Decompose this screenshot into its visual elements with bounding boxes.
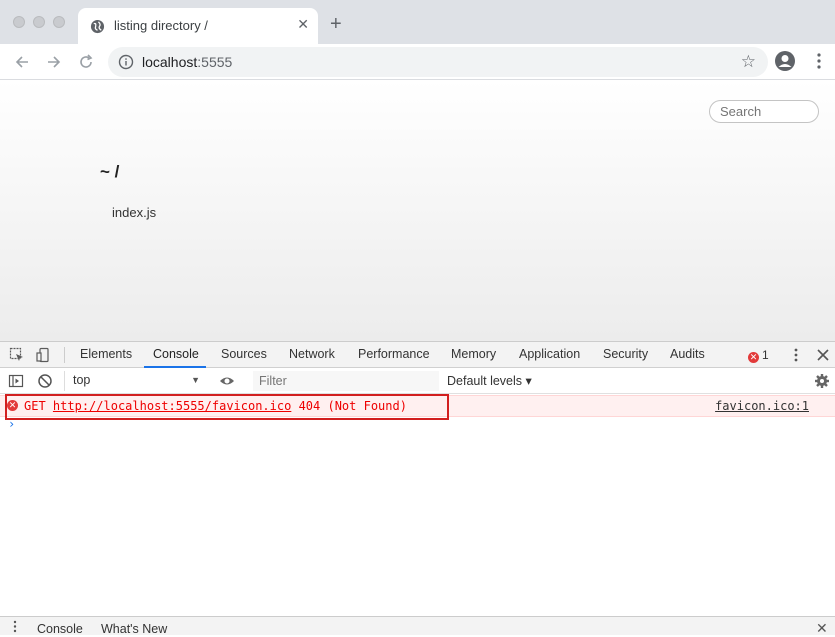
page-content: ~ / index.js [0, 80, 835, 341]
error-icon: ✕ [7, 400, 18, 411]
tab-application[interactable]: Application [519, 347, 580, 361]
file-link-index-js[interactable]: index.js [112, 205, 156, 220]
settings-gear-icon[interactable] [814, 373, 830, 389]
inspect-element-icon[interactable] [9, 347, 25, 363]
live-expression-eye-icon[interactable] [219, 373, 235, 389]
filter-input[interactable] [253, 371, 439, 391]
error-count-badge[interactable]: ✕ 1 [748, 348, 769, 363]
dropdown-arrow-icon: ▼ [191, 375, 200, 385]
tab-close-icon[interactable]: ✕ [297, 16, 309, 33]
tab-memory[interactable]: Memory [451, 347, 496, 361]
tab-security[interactable]: Security [603, 347, 648, 361]
new-tab-button[interactable]: + [330, 14, 342, 34]
console-prompt[interactable]: › [8, 417, 15, 431]
drawer-tab-whats-new[interactable]: What's New [101, 622, 167, 636]
arrow-left-icon [15, 56, 28, 68]
address-url: localhost:5555 [142, 54, 233, 70]
tab-title: listing directory / [114, 18, 208, 33]
address-bar[interactable]: localhost:5555 ☆ [108, 47, 768, 77]
error-method: GET [24, 399, 46, 413]
log-levels-dropdown[interactable]: Default levels ▾ [447, 373, 532, 388]
reload-icon [80, 54, 93, 68]
window-minimize-button[interactable] [33, 16, 45, 28]
browser-toolbar: localhost:5555 ☆ [0, 44, 835, 80]
devtools-close-icon[interactable] [815, 347, 831, 363]
browser-menu-icon[interactable] [812, 50, 826, 72]
context-selector[interactable]: top ▼ [64, 371, 206, 391]
tab-performance[interactable]: Performance [358, 347, 430, 361]
error-url-link[interactable]: http://localhost:5555/favicon.ico [53, 399, 291, 413]
error-status: 404 (Not Found) [298, 399, 407, 413]
window-zoom-button[interactable] [53, 16, 65, 28]
tab-sources[interactable]: Sources [221, 347, 267, 361]
back-button[interactable] [10, 50, 34, 74]
devtools-drawer: Console What's New ✕ [0, 616, 835, 637]
tab-audits[interactable]: Audits [670, 347, 705, 361]
tab-elements[interactable]: Elements [80, 347, 132, 361]
device-toolbar-icon[interactable] [35, 347, 51, 363]
browser-tab-strip: listing directory / ✕ + [0, 0, 835, 44]
search-input[interactable] [709, 100, 819, 123]
drawer-tab-console[interactable]: Console [37, 622, 83, 636]
arrow-right-icon [48, 56, 61, 68]
console-toolbar: top ▼ Default levels ▾ [0, 368, 835, 394]
devtools-tab-bar: Elements Console Sources Network Perform… [0, 341, 835, 368]
page-title: ~ / [100, 162, 120, 181]
tab-console[interactable]: Console [153, 347, 199, 361]
forward-button[interactable] [42, 50, 66, 74]
sidebar-toggle-icon[interactable] [8, 373, 24, 389]
devtools-menu-icon[interactable] [788, 347, 804, 363]
console-output: ✕ GET http://localhost:5555/favicon.ico … [0, 394, 835, 616]
bookmark-star-icon[interactable]: ☆ [741, 52, 756, 72]
info-icon[interactable] [118, 54, 134, 70]
toolbar-divider [64, 347, 65, 363]
globe-icon [90, 19, 105, 34]
console-error-message: ✕ GET http://localhost:5555/favicon.ico … [0, 395, 835, 417]
drawer-menu-icon[interactable] [12, 619, 18, 634]
window-close-button[interactable] [13, 16, 25, 28]
reload-button[interactable] [74, 50, 98, 74]
tab-network[interactable]: Network [289, 347, 335, 361]
error-icon: ✕ [748, 352, 759, 363]
browser-tab[interactable]: listing directory / ✕ [78, 8, 318, 44]
error-source-link[interactable]: favicon.ico:1 [715, 399, 809, 413]
profile-avatar-icon[interactable] [774, 50, 796, 72]
clear-console-icon[interactable] [37, 373, 53, 389]
drawer-close-icon[interactable]: ✕ [816, 620, 828, 637]
